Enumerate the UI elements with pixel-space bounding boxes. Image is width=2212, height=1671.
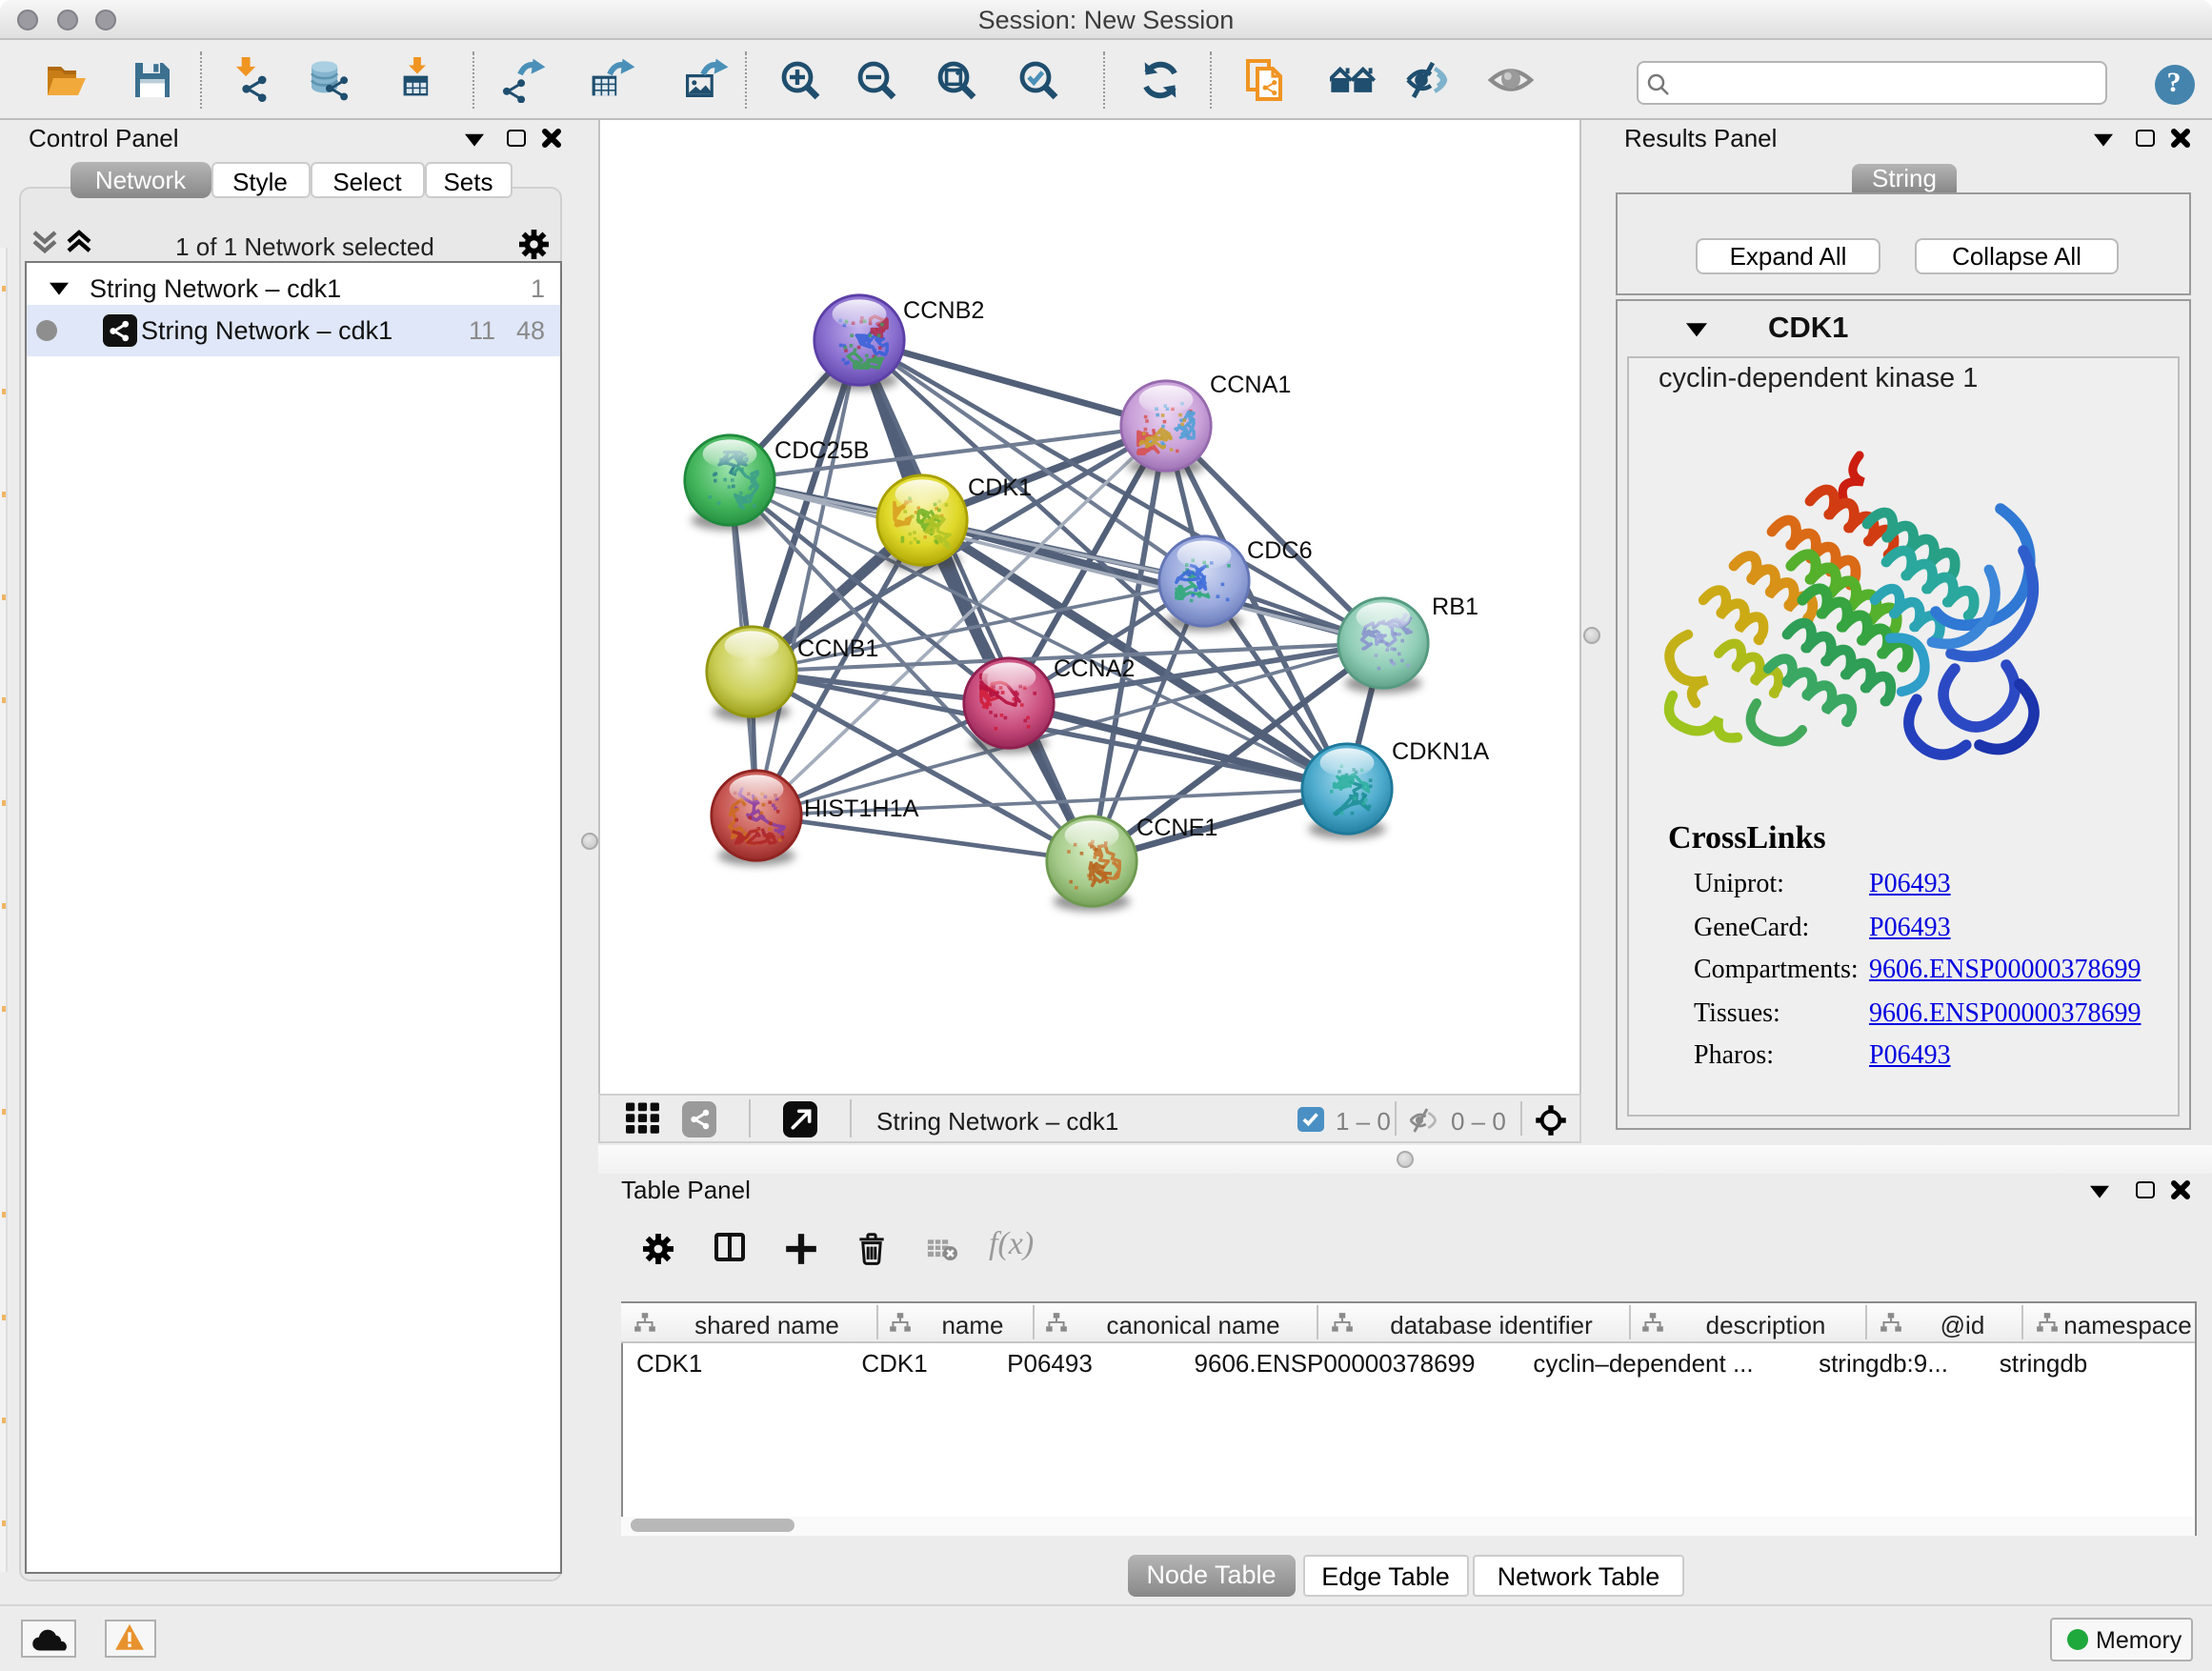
svg-text:RB1: RB1 bbox=[1433, 594, 1479, 620]
svg-text:CCNA2: CCNA2 bbox=[1055, 655, 1136, 682]
svg-text:CDKN1A: CDKN1A bbox=[1393, 738, 1490, 765]
svg-text:CCNA1: CCNA1 bbox=[1211, 372, 1292, 398]
svg-text:CCNB2: CCNB2 bbox=[904, 297, 985, 324]
svg-text:CCNE1: CCNE1 bbox=[1137, 815, 1218, 841]
svg-text:CDC6: CDC6 bbox=[1248, 537, 1314, 564]
svg-text:CDC25B: CDC25B bbox=[775, 437, 870, 464]
svg-text:HIST1H1A: HIST1H1A bbox=[805, 795, 920, 822]
svg-text:CCNB1: CCNB1 bbox=[798, 635, 879, 662]
svg-text:CDK1: CDK1 bbox=[969, 474, 1033, 501]
